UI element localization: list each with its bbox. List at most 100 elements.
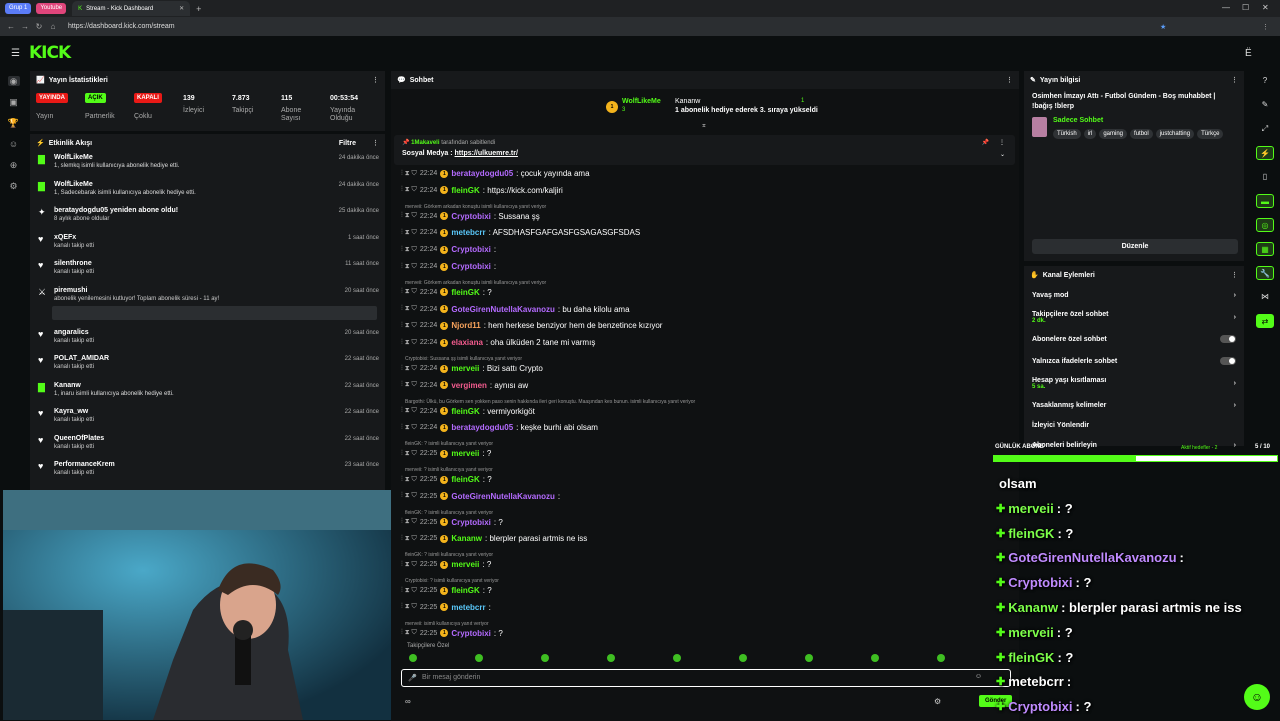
kick-logo[interactable]: KICK [29,43,71,63]
reload-icon[interactable]: ↻ [32,22,46,31]
collapse-icon[interactable]: ⌅ [701,121,707,129]
hamburger-menu-icon[interactable]: ☰ [11,48,20,59]
emote-icon[interactable] [607,654,615,662]
lightning-icon[interactable]: ⚡ [1256,146,1274,160]
share-icon[interactable]: ⋈ [1256,290,1274,304]
activity-item[interactable]: ♥ angaralics kanalı takip etti 20 saat ö… [30,327,385,354]
emote-icon[interactable] [475,654,483,662]
chat-message[interactable]: ⫶ ⧗ ⛉ 22:24 1 fleinGK : ? [401,288,492,297]
chat-username[interactable]: fleinGK [451,407,479,416]
mod-tools-icon[interactable]: ⫶ ⧗ ⛉ [401,535,417,543]
stats-menu-icon[interactable]: ⋮ [372,76,379,84]
mod-tools-icon[interactable]: ⫶ ⧗ ⛉ [401,424,417,432]
mod-tools-icon[interactable]: ⫶ ⧗ ⛉ [401,561,417,569]
chat-username[interactable]: Njord11 [451,321,480,330]
help-icon[interactable]: ? [1256,74,1274,88]
dashboard-nav-icon[interactable]: ▣ [8,97,20,107]
expand-pinned-icon[interactable]: ⌄ [1000,151,1005,158]
activity-item[interactable]: ♥ QueenOfPlates kanalı takip etti 22 saa… [30,433,385,460]
chat-message[interactable]: ⫶ ⧗ ⛉ 22:25 1 metebcrr : [401,603,491,612]
chat-username[interactable]: Kananw [451,534,482,543]
chat-username[interactable]: merveii [451,560,479,569]
activity-item[interactable]: ♥ silenthrone kanalı takip etti 11 saat … [30,258,385,285]
chat-message[interactable]: ⫶ ⧗ ⛉ 22:24 1 Cryptobixi : [401,262,496,271]
pinned-menu-icon[interactable]: ⋮ [999,139,1005,146]
actions-menu-icon[interactable]: ⋮ [1231,271,1238,279]
gifter-2-name[interactable]: Kananw [675,98,700,105]
chat-message[interactable]: ⫶ ⧗ ⛉ 22:24 1 elaxiana : oha ülküden 2 t… [401,338,595,347]
activity-item[interactable]: ▇ Kananw 1, inaru isimli kullanıcıya abo… [30,380,385,407]
mod-tools-icon[interactable]: ⫶ ⧗ ⛉ [401,381,417,389]
emote-icon[interactable] [871,654,879,662]
chat-message[interactable]: ⫶ ⧗ ⛉ 22:25 1 Cryptobixi : ? [401,629,503,638]
chat-message[interactable]: ⫶ ⧗ ⛉ 22:24 1 metebcrr : AFSDHASFGAFGASF… [401,228,640,237]
home-icon[interactable]: ⌂ [46,22,60,31]
chat-settings-icon[interactable]: ∞ [405,697,411,706]
profile-icon[interactable]: Ë [1245,48,1252,59]
channel-action-row[interactable]: İzleyici Yönlendir [1024,416,1244,434]
mic-icon[interactable]: 🎤 [408,674,417,682]
chat-bubble-fab-icon[interactable]: ☺ [1244,684,1270,710]
mod-tools-icon[interactable]: ⫶ ⧗ ⛉ [401,339,417,347]
chat-message[interactable]: ⫶ ⧗ ⛉ 22:24 1 fleinGK : vermiyorkigöt [401,407,535,416]
info-menu-icon[interactable]: ⋮ [1231,76,1238,84]
emote-icon[interactable] [937,654,945,662]
channel-action-row[interactable]: Yasaklanmış kelimeler › [1024,394,1244,416]
chat-message[interactable]: ⫶ ⧗ ⛉ 22:25 1 Kananw : blerpler parasi a… [401,534,587,543]
minimize-icon[interactable]: — [1222,3,1230,12]
back-icon[interactable]: ← [4,22,18,31]
mod-tools-icon[interactable]: ⫶ ⧗ ⛉ [401,288,417,296]
mod-tools-icon[interactable]: ⫶ ⧗ ⛉ [401,229,417,237]
forward-icon[interactable]: → [18,22,32,31]
chat-username[interactable]: merveii [451,364,479,373]
tab-group-1[interactable]: Grup 1 [5,3,32,14]
mobile-icon[interactable]: ▯ [1256,170,1274,184]
mod-tools-icon[interactable]: ⫶ ⧗ ⛉ [401,246,417,254]
trophy-nav-icon[interactable]: 🏆 [8,118,20,128]
channel-action-row[interactable]: Hesap yaşı kısıtlaması 5 sa. › [1024,372,1244,394]
chat-username[interactable]: fleinGK [451,475,479,484]
chat-username[interactable]: berataydogdu05 [451,169,513,178]
mod-tools-icon[interactable]: ⫶ ⧗ ⛉ [401,212,417,220]
emote-icon[interactable] [673,654,681,662]
chat-message[interactable]: ⫶ ⧗ ⛉ 22:25 1 merveii : ? [401,449,491,458]
gear-icon[interactable]: ⚙ [934,697,941,706]
mod-tools-icon[interactable]: ⫶ ⧗ ⛉ [401,587,417,595]
chat-menu-icon[interactable]: ⋮ [1006,76,1013,84]
chat-message[interactable]: ⫶ ⧗ ⛉ 22:25 1 fleinGK : ? [401,586,492,595]
chat-username[interactable]: berataydogdu05 [451,423,513,432]
chat-username[interactable]: fleinGK [451,186,479,195]
browser-tab[interactable]: K Stream - Kick Dashboard ✕ [72,1,191,16]
mod-tools-icon[interactable]: ⫶ ⧗ ⛉ [401,263,417,271]
chat-username[interactable]: Cryptobixi [451,518,491,527]
maximize-icon[interactable]: ☐ [1242,3,1249,12]
mod-tools-icon[interactable]: ⫶ ⧗ ⛉ [401,365,417,373]
activity-item[interactable]: ▇ WolfLikeMe 1, Sadecebarak isimli kulla… [30,179,385,206]
fullscreen-icon[interactable]: ⤢ [1256,122,1274,136]
chat-message[interactable]: ⫶ ⧗ ⛉ 22:24 1 vergimen : aynısı aw [401,381,528,390]
toggle-switch[interactable] [1220,357,1236,365]
mod-tools-icon[interactable]: ⫶ ⧗ ⛉ [401,305,417,313]
emote-icon[interactable] [739,654,747,662]
channel-action-row[interactable]: Abonelere özel sohbet [1024,328,1244,350]
unpin-icon[interactable]: 📌 [982,139,989,146]
chat-username[interactable]: vergimen [451,381,487,390]
tag-chip[interactable]: gaming [1099,129,1128,139]
mod-tools-icon[interactable]: ⫶ ⧗ ⛉ [401,322,417,330]
tag-chip[interactable]: justchatting [1155,129,1195,139]
activity-item[interactable]: ⚔ piremushi abonelik yenilemesini kutluy… [30,285,385,327]
chat-username[interactable]: metebcrr [451,228,485,237]
chat-username[interactable]: Cryptobixi [451,212,491,221]
emote-icon[interactable] [409,654,417,662]
pencil-icon[interactable]: ✎ [1256,98,1274,112]
wrench-icon[interactable]: 🔧 [1256,266,1274,280]
mod-tools-icon[interactable]: ⫶ ⧗ ⛉ [401,492,417,500]
broadcast-icon[interactable]: ◎ [1256,218,1274,232]
mod-tools-icon[interactable]: ⫶ ⧗ ⛉ [401,450,417,458]
chat-username[interactable]: GoteGirenNutellaKavanozu [451,492,555,501]
emote-icon[interactable] [805,654,813,662]
activity-item[interactable]: ♥ Kayra_ww kanalı takip etti 22 saat önc… [30,406,385,433]
close-tab-icon[interactable]: ✕ [179,5,184,12]
chat-username[interactable]: Cryptobixi [451,629,491,638]
mod-tools-icon[interactable]: ⫶ ⧗ ⛉ [401,518,417,526]
